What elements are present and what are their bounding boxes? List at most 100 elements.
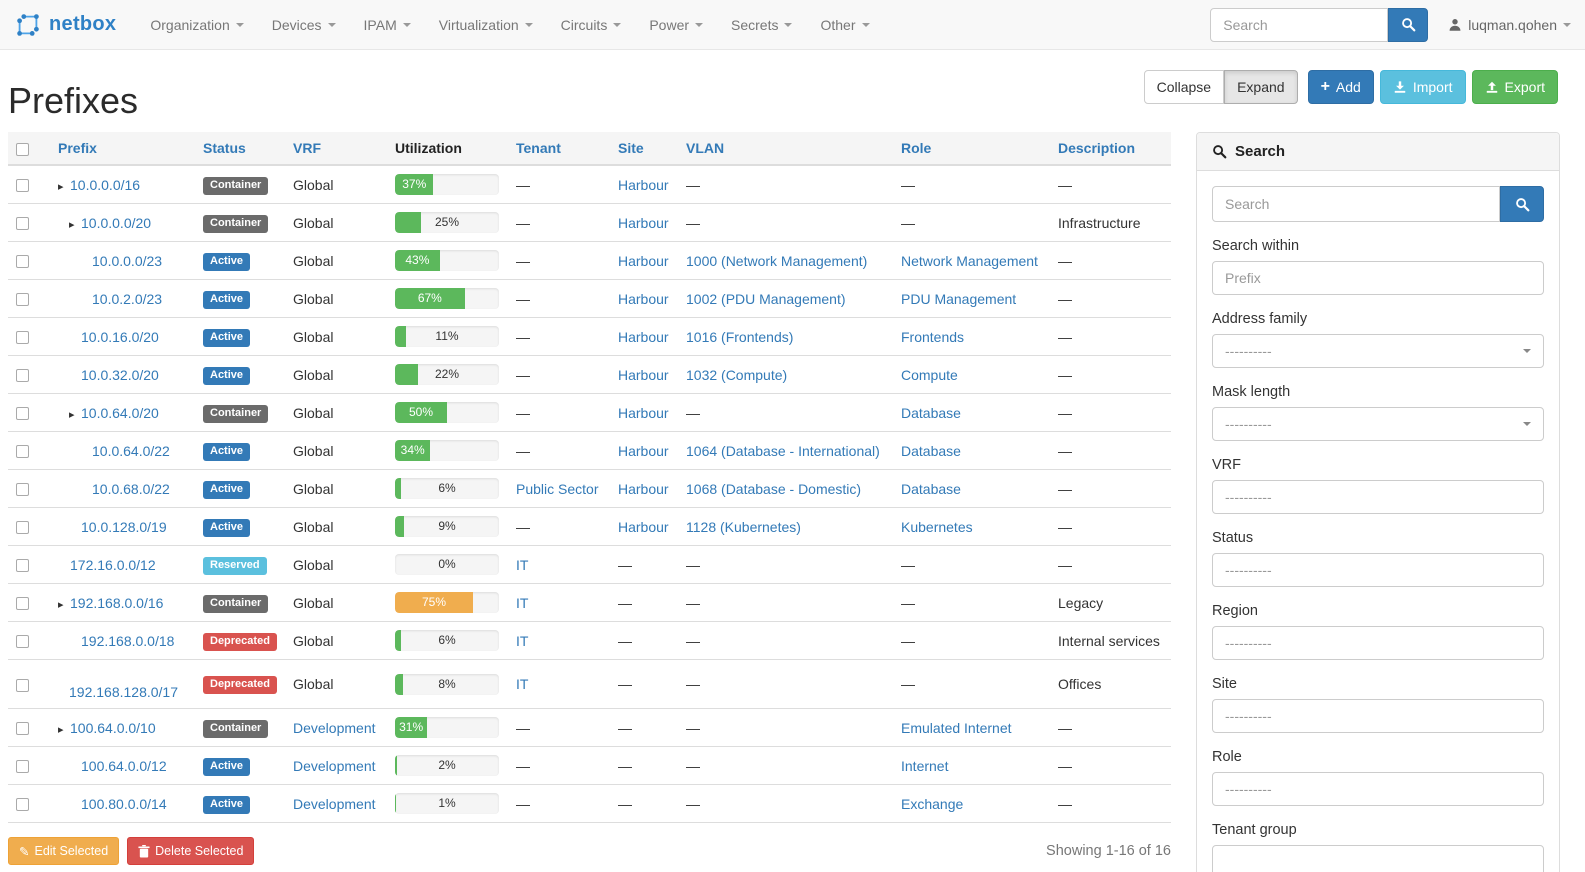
prefix-link[interactable]: 10.0.64.0/20 [81,405,159,421]
delete-selected-button[interactable]: Delete Selected [127,837,254,865]
role-input[interactable] [1212,772,1544,806]
search-within-input[interactable] [1212,261,1544,295]
site-link[interactable]: Harbour [618,481,669,497]
prefix-link[interactable]: 192.168.0.0/18 [81,633,174,649]
row-checkbox[interactable] [16,760,29,773]
prefix-link[interactable]: 10.0.16.0/20 [81,329,159,345]
nav-item-secrets[interactable]: Secrets [717,0,806,50]
prefix-link[interactable]: 192.168.128.0/17 [69,684,178,700]
import-button[interactable]: Import [1380,70,1466,104]
role-link[interactable]: Internet [901,758,948,774]
edit-selected-button[interactable]: ✎ Edit Selected [8,837,119,865]
prefix-link[interactable]: 172.16.0.0/12 [70,557,156,573]
row-checkbox[interactable] [16,407,29,420]
tenant-link[interactable]: IT [516,676,528,692]
role-link[interactable]: Network Management [901,253,1038,269]
nav-item-organization[interactable]: Organization [136,0,257,50]
expand-toggle-icon[interactable]: ▸ [58,598,70,611]
nav-item-devices[interactable]: Devices [258,0,350,50]
expand-toggle-icon[interactable]: ▸ [69,218,81,231]
prefix-link[interactable]: 100.64.0.0/12 [81,758,167,774]
site-link[interactable]: Harbour [618,177,669,193]
vrf-link[interactable]: Development [293,796,376,812]
prefix-link[interactable]: 10.0.64.0/22 [92,443,170,459]
row-checkbox[interactable] [16,217,29,230]
expand-toggle-icon[interactable]: ▸ [58,180,70,193]
navbar-search-button[interactable] [1388,8,1428,42]
tenant-link[interactable]: IT [516,633,528,649]
prefix-link[interactable]: 10.0.0.0/16 [70,177,140,193]
prefix-link[interactable]: 10.0.32.0/20 [81,367,159,383]
row-checkbox[interactable] [16,293,29,306]
site-link[interactable]: Harbour [618,405,669,421]
prefix-link[interactable]: 100.64.0.0/10 [70,720,156,736]
tenant-link[interactable]: IT [516,557,528,573]
row-checkbox[interactable] [16,679,29,692]
role-link[interactable]: Database [901,481,961,497]
vlan-link[interactable]: 1128 (Kubernetes) [686,519,801,535]
prefix-link[interactable]: 10.0.0.0/23 [92,253,162,269]
column-header-site[interactable]: Site [610,132,678,165]
prefix-link[interactable]: 10.0.0.0/20 [81,215,151,231]
site-link[interactable]: Harbour [618,291,669,307]
column-header-vlan[interactable]: VLAN [678,132,893,165]
nav-item-power[interactable]: Power [635,0,717,50]
mask-length-select[interactable]: ---------- [1212,407,1544,441]
role-link[interactable]: Emulated Internet [901,720,1012,736]
role-link[interactable]: Exchange [901,796,963,812]
site-input[interactable] [1212,699,1544,733]
role-link[interactable]: Database [901,405,961,421]
status-input[interactable] [1212,553,1544,587]
nav-item-ipam[interactable]: IPAM [350,0,425,50]
row-checkbox[interactable] [16,179,29,192]
vlan-link[interactable]: 1016 (Frontends) [686,329,793,345]
vrf-link[interactable]: Development [293,758,376,774]
region-input[interactable] [1212,626,1544,660]
site-link[interactable]: Harbour [618,519,669,535]
prefix-link[interactable]: 100.80.0.0/14 [81,796,167,812]
vlan-link[interactable]: 1000 (Network Management) [686,253,867,269]
site-link[interactable]: Harbour [618,253,669,269]
row-checkbox[interactable] [16,597,29,610]
nav-item-virtualization[interactable]: Virtualization [425,0,547,50]
column-header-tenant[interactable]: Tenant [508,132,610,165]
site-link[interactable]: Harbour [618,443,669,459]
row-checkbox[interactable] [16,635,29,648]
expand-button[interactable]: Expand [1224,70,1297,104]
nav-item-circuits[interactable]: Circuits [547,0,636,50]
prefix-link[interactable]: 10.0.2.0/23 [92,291,162,307]
column-header-prefix[interactable]: Prefix [50,132,195,165]
prefix-link[interactable]: 192.168.0.0/16 [70,595,163,611]
vlan-link[interactable]: 1064 (Database - International) [686,443,880,459]
column-header-role[interactable]: Role [893,132,1050,165]
site-link[interactable]: Harbour [618,367,669,383]
expand-toggle-icon[interactable]: ▸ [58,723,70,736]
navbar-search-input[interactable] [1210,8,1388,42]
prefix-link[interactable]: 10.0.128.0/19 [81,519,167,535]
vrf-input[interactable] [1212,480,1544,514]
filter-search-input[interactable] [1212,186,1500,222]
filter-search-button[interactable] [1500,186,1544,222]
tenant-group-input[interactable] [1212,845,1544,872]
tenant-link[interactable]: IT [516,595,528,611]
row-checkbox[interactable] [16,483,29,496]
role-link[interactable]: Kubernetes [901,519,973,535]
row-checkbox[interactable] [16,521,29,534]
tenant-link[interactable]: Public Sector [516,481,598,497]
row-checkbox[interactable] [16,331,29,344]
add-button[interactable]: + Add [1308,70,1374,104]
row-checkbox[interactable] [16,559,29,572]
row-checkbox[interactable] [16,445,29,458]
export-button[interactable]: Export [1472,70,1558,104]
column-header-vrf[interactable]: VRF [285,132,387,165]
column-header-description[interactable]: Description [1050,132,1171,165]
vrf-link[interactable]: Development [293,720,376,736]
prefix-link[interactable]: 10.0.68.0/22 [92,481,170,497]
site-link[interactable]: Harbour [618,215,669,231]
vlan-link[interactable]: 1068 (Database - Domestic) [686,481,861,497]
row-checkbox[interactable] [16,369,29,382]
role-link[interactable]: Database [901,443,961,459]
site-link[interactable]: Harbour [618,329,669,345]
netbox-logo[interactable]: netbox [14,11,116,39]
column-header-status[interactable]: Status [195,132,285,165]
